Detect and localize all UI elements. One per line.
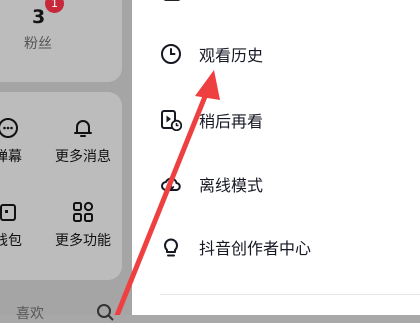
arrow-shaft <box>114 91 209 315</box>
arrow-head <box>195 70 220 100</box>
annotation-arrow <box>114 70 220 315</box>
